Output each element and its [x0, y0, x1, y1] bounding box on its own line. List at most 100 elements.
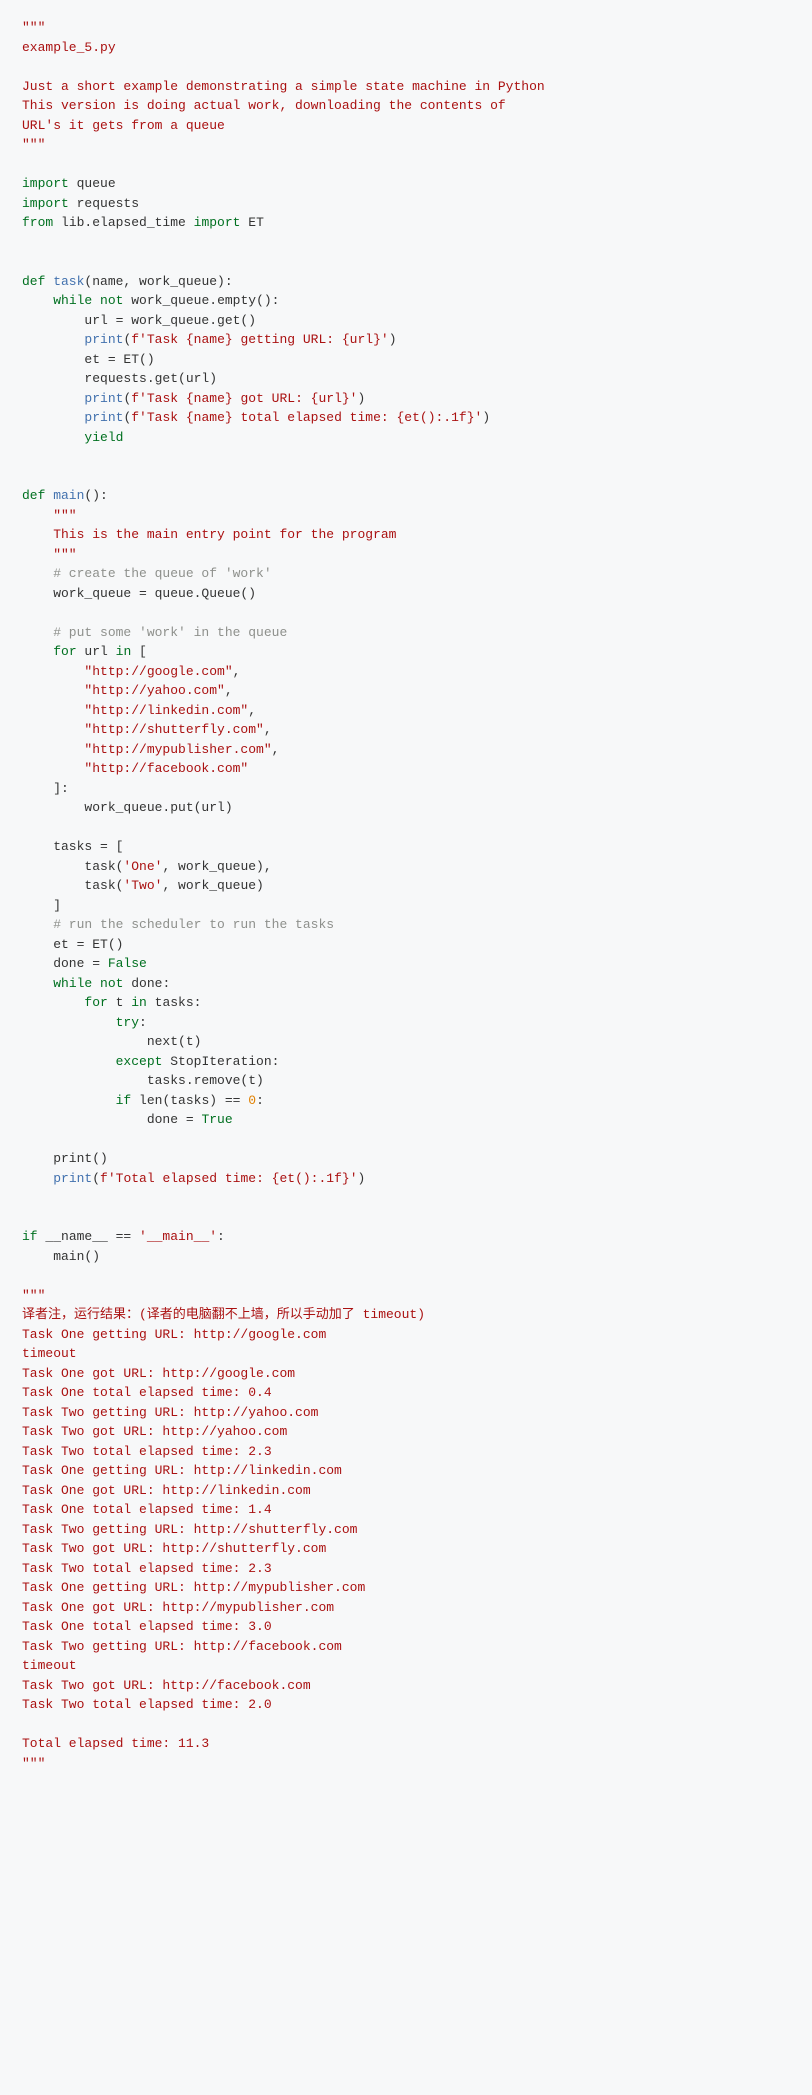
code-line: , work_queue) [162, 878, 263, 893]
call: work_queue.empty(): [123, 293, 279, 308]
colon: : [217, 1229, 225, 1244]
expr: __name__ == [38, 1229, 139, 1244]
output-line: Total elapsed time: 11.3 [22, 1736, 209, 1751]
code-line: task( [22, 878, 123, 893]
keyword-import: import [22, 176, 69, 191]
comma: , [225, 683, 233, 698]
code-line: done = [22, 1112, 201, 1127]
comma: , [248, 703, 256, 718]
output-line: Task Two total elapsed time: 2.0 [22, 1697, 272, 1712]
call-print: print [84, 391, 123, 406]
docstring-line: This version is doing actual work, downl… [22, 98, 506, 113]
args: (name, work_queue): [84, 274, 232, 289]
code-line: done = [22, 956, 108, 971]
comma: , [264, 722, 272, 737]
colon: : [139, 1015, 147, 1030]
keyword-not: not [92, 293, 123, 308]
url-string: "http://yahoo.com" [22, 683, 225, 698]
docstring-line: URL's it gets from a queue [22, 118, 225, 133]
comma: , [272, 742, 280, 757]
comment: # run the scheduler to run the tasks [22, 917, 334, 932]
docstring-open: """ [22, 20, 45, 35]
docstring-line: This is the main entry point for the pro… [22, 527, 396, 542]
output-line: Task One got URL: http://google.com [22, 1366, 295, 1381]
output-line: Task One total elapsed time: 3.0 [22, 1619, 272, 1634]
output-line: timeout [22, 1658, 77, 1673]
call-print: print [84, 410, 123, 425]
output-line: Task One total elapsed time: 0.4 [22, 1385, 272, 1400]
docstring-line: example_5.py [22, 40, 116, 55]
url-string: "http://facebook.com" [22, 761, 248, 776]
keyword-true: True [201, 1112, 232, 1127]
string: 'One' [123, 859, 162, 874]
code-line: , work_queue), [162, 859, 271, 874]
bracket: [ [131, 644, 147, 659]
code-line: tasks.remove(t) [22, 1073, 264, 1088]
output-line: Task One got URL: http://linkedin.com [22, 1483, 311, 1498]
fstring: f'Task {name} got URL: {url}' [131, 391, 357, 406]
code-line: work_queue.put(url) [22, 800, 233, 815]
code-line: task( [22, 859, 123, 874]
string: '__main__' [139, 1229, 217, 1244]
code-line: et = ET() [22, 352, 155, 367]
docstring-close: """ [22, 137, 45, 152]
keyword-from: from [22, 215, 53, 230]
url-string: "http://mypublisher.com" [22, 742, 272, 757]
comma: , [233, 664, 241, 679]
output-line: 译者注，运行结果：(译者的电脑翻不上墙，所以手动加了 timeout) [22, 1307, 425, 1322]
code-line: et = ET() [22, 937, 123, 952]
docstring-line: Just a short example demonstrating a sim… [22, 79, 545, 94]
output-line: Task One total elapsed time: 1.4 [22, 1502, 272, 1517]
output-line: Task Two got URL: http://yahoo.com [22, 1424, 287, 1439]
function-name: main [45, 488, 84, 503]
keyword-import: import [194, 215, 241, 230]
expr: tasks: [147, 995, 202, 1010]
colon: : [256, 1093, 264, 1108]
keyword-in: in [131, 995, 147, 1010]
keyword-in: in [116, 644, 132, 659]
paren: ) [389, 332, 397, 347]
output-line: Task One getting URL: http://linkedin.co… [22, 1463, 342, 1478]
import-name: requests [69, 196, 139, 211]
output-docstring-open: """ [22, 1288, 45, 1303]
output-line: Task One got URL: http://mypublisher.com [22, 1600, 334, 1615]
keyword-def: def [22, 488, 45, 503]
keyword-while: while [53, 976, 92, 991]
code-block: """ example_5.py Just a short example de… [0, 0, 812, 1791]
import-name: ET [240, 215, 263, 230]
code-line: url = work_queue.get() [22, 313, 256, 328]
code-line: ] [22, 898, 61, 913]
comment: # create the queue of 'work' [22, 566, 272, 581]
output-line: Task One getting URL: http://google.com [22, 1327, 326, 1342]
keyword-not: not [92, 976, 123, 991]
keyword-while: while [53, 293, 92, 308]
keyword-def: def [22, 274, 45, 289]
string: 'Two' [123, 878, 162, 893]
code-line: print() [22, 1151, 108, 1166]
output-line: Task One getting URL: http://mypublisher… [22, 1580, 365, 1595]
call-print: print [53, 1171, 92, 1186]
indent [22, 995, 84, 1010]
docstring-line: """ [22, 547, 77, 562]
code-line: work_queue = queue.Queue() [22, 586, 256, 601]
output-line: Task Two got URL: http://facebook.com [22, 1678, 311, 1693]
output-line: Task Two getting URL: http://yahoo.com [22, 1405, 318, 1420]
bracket-close: ]: [22, 781, 69, 796]
import-name: lib.elapsed_time [53, 215, 193, 230]
code-line: tasks = [ [22, 839, 123, 854]
keyword-if: if [116, 1093, 132, 1108]
output-line: Task Two total elapsed time: 2.3 [22, 1444, 272, 1459]
docstring-line: """ [22, 508, 77, 523]
code-line: next(t) [22, 1034, 201, 1049]
keyword-for: for [53, 644, 76, 659]
cond: done: [123, 976, 170, 991]
exception-name: StopIteration: [162, 1054, 279, 1069]
keyword-if: if [22, 1229, 38, 1244]
args: (): [84, 488, 107, 503]
number: 0 [248, 1093, 256, 1108]
output-line: timeout [22, 1346, 77, 1361]
fstring: f'Task {name} total elapsed time: {et():… [131, 410, 482, 425]
keyword-except: except [116, 1054, 163, 1069]
fstring: f'Task {name} getting URL: {url}' [131, 332, 388, 347]
keyword-false: False [108, 956, 147, 971]
